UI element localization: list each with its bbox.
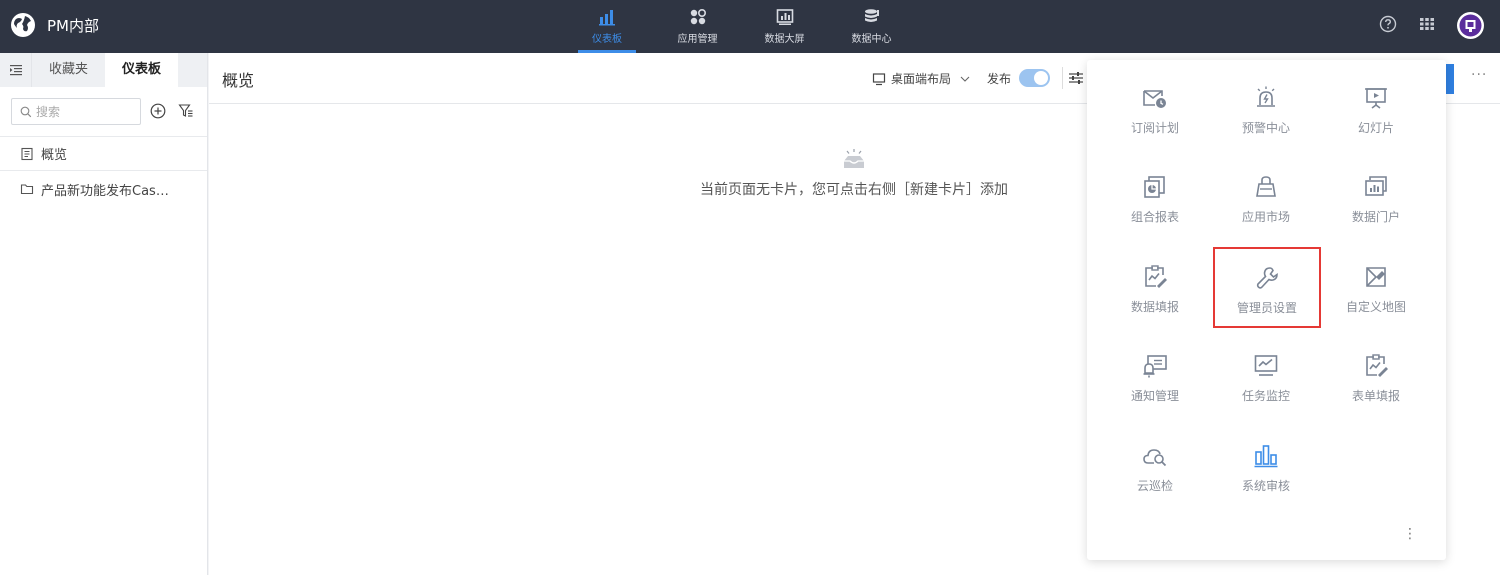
cloud-inspect-icon (1143, 449, 1167, 467)
nav-item-dashboard[interactable]: 仪表板 (578, 0, 636, 53)
publish-control: 发布 (987, 69, 1051, 87)
bar-chart-icon (599, 10, 615, 26)
nav-label: 仪表板 (592, 34, 622, 45)
custom-map-icon (1366, 267, 1386, 287)
app-label: 数据填报 (1130, 300, 1179, 314)
sidebar-collapse-button[interactable] (0, 53, 32, 87)
combo-report-icon (1144, 176, 1165, 198)
app-data-portal[interactable]: 数据门户 (1321, 149, 1431, 229)
data-portal-icon (1365, 176, 1387, 196)
search-icon (20, 106, 32, 117)
app-alert-center[interactable]: 预警中心 (1211, 60, 1321, 140)
add-circle-icon[interactable] (150, 103, 166, 119)
app-label: 表单填报 (1351, 389, 1400, 403)
document-icon (21, 147, 33, 160)
help-icon[interactable] (1379, 15, 1397, 33)
chevron-down-icon (960, 76, 970, 82)
desktop-icon (872, 72, 886, 85)
app-system-audit[interactable]: 系统审核 (1211, 418, 1321, 498)
app-panel: 订阅计划 预警中心 幻灯片 组合报表 应用市场 数据门户 数据填报 管理员设置 … (1087, 60, 1446, 560)
presentation-icon (1365, 88, 1387, 109)
shop-bag-icon (1256, 176, 1276, 197)
wrench-icon (1256, 267, 1278, 289)
app-label: 云巡检 (1136, 479, 1173, 493)
system-audit-icon (1254, 445, 1278, 468)
nav-item-data-center[interactable]: 数据中心 (828, 0, 915, 53)
app-form-fill[interactable]: 表单填报 (1321, 328, 1431, 408)
apps-dots-icon (690, 8, 706, 25)
app-data-fill[interactable]: 数据填报 (1100, 239, 1210, 319)
app-slides[interactable]: 幻灯片 (1321, 60, 1431, 140)
filter-icon[interactable] (178, 103, 194, 119)
panel-more-icon[interactable]: ⋮ (1403, 526, 1417, 542)
mail-clock-icon (1143, 90, 1166, 108)
layout-label: 桌面端布局 (891, 72, 952, 86)
app-grid-icon[interactable] (1418, 15, 1436, 33)
app-label: 预警中心 (1241, 121, 1290, 135)
tab-dashboard[interactable]: 仪表板 (105, 53, 178, 87)
nav-item-app-management[interactable]: 应用管理 (654, 0, 741, 53)
app-combo-report[interactable]: 组合报表 (1100, 149, 1210, 229)
data-fill-icon (1145, 265, 1167, 288)
sidebar-item-folder[interactable]: 产品新功能发布Cas… (0, 172, 207, 206)
search-box (11, 98, 141, 125)
nav-label: 数据大屏 (764, 34, 805, 45)
nav-label: 应用管理 (677, 34, 718, 45)
sidebar-item-label: 概览 (41, 148, 68, 163)
app-label: 通知管理 (1130, 389, 1179, 403)
app-custom-map[interactable]: 自定义地图 (1321, 239, 1431, 319)
empty-inbox-icon (844, 149, 864, 168)
top-bar: PM内部 仪表板 应用管理 数据大屏 数据中心 (0, 0, 1500, 53)
layout-selector[interactable]: 桌面端布局 (872, 70, 971, 87)
publish-toggle[interactable] (1019, 69, 1051, 87)
indent-menu-icon (9, 65, 22, 76)
app-subscription-plan[interactable]: 订阅计划 (1100, 60, 1210, 140)
sidebar-tabs: 收藏夹 仪表板 (0, 53, 207, 87)
top-nav: 仪表板 应用管理 数据大屏 数据中心 (578, 0, 915, 53)
page-title: 概览 (222, 71, 255, 90)
new-card-button-edge[interactable] (1446, 64, 1454, 94)
app-task-monitor[interactable]: 任务监控 (1211, 328, 1321, 408)
app-label: 幻灯片 (1357, 121, 1394, 135)
settings-sliders-button[interactable] (1062, 67, 1083, 89)
app-label: 应用市场 (1241, 210, 1290, 224)
app-label: 任务监控 (1241, 389, 1290, 403)
publish-label: 发布 (987, 71, 1012, 86)
app-marketplace[interactable]: 应用市场 (1211, 149, 1321, 229)
app-label: 管理员设置 (1236, 301, 1297, 315)
notification-icon (1143, 355, 1167, 378)
user-avatar-icon (1459, 14, 1482, 37)
sidebar: 收藏夹 仪表板 概览 产品新功能发布Cas… (0, 53, 208, 575)
app-notification-management[interactable]: 通知管理 (1100, 328, 1210, 408)
empty-message: 当前页面无卡片，您可点击右侧［新建卡片］添加 (700, 182, 1008, 198)
app-label: 系统审核 (1241, 479, 1290, 493)
monitor-icon (1254, 355, 1278, 376)
screen-chart-icon (776, 9, 793, 25)
empty-state: 当前页面无卡片，您可点击右侧［新建卡片］添加 (649, 148, 1059, 199)
avatar[interactable] (1457, 12, 1484, 39)
app-label: 自定义地图 (1345, 300, 1406, 314)
globe-logo-icon (11, 13, 35, 37)
app-label: 数据门户 (1351, 210, 1400, 224)
sliders-icon (1069, 72, 1083, 84)
app-label: 组合报表 (1130, 210, 1179, 224)
alarm-icon (1257, 86, 1275, 107)
search-input[interactable] (36, 104, 131, 119)
sidebar-item-label: 产品新功能发布Cas… (41, 183, 169, 199)
sidebar-item-overview[interactable]: 概览 (0, 137, 207, 171)
app-admin-settings[interactable]: 管理员设置 (1213, 247, 1321, 328)
app-label: 订阅计划 (1130, 121, 1179, 135)
database-icon (864, 9, 879, 22)
nav-label: 数据中心 (851, 34, 892, 45)
form-fill-icon (1366, 354, 1388, 377)
brand[interactable]: PM内部 (10, 12, 99, 38)
brand-name: PM内部 (47, 16, 99, 35)
tab-favorites[interactable]: 收藏夹 (32, 53, 105, 87)
folder-icon (20, 184, 34, 195)
nav-item-data-screen[interactable]: 数据大屏 (741, 0, 828, 53)
app-cloud-inspection[interactable]: 云巡检 (1100, 418, 1210, 498)
more-options-icon[interactable]: ··· (1471, 67, 1487, 83)
